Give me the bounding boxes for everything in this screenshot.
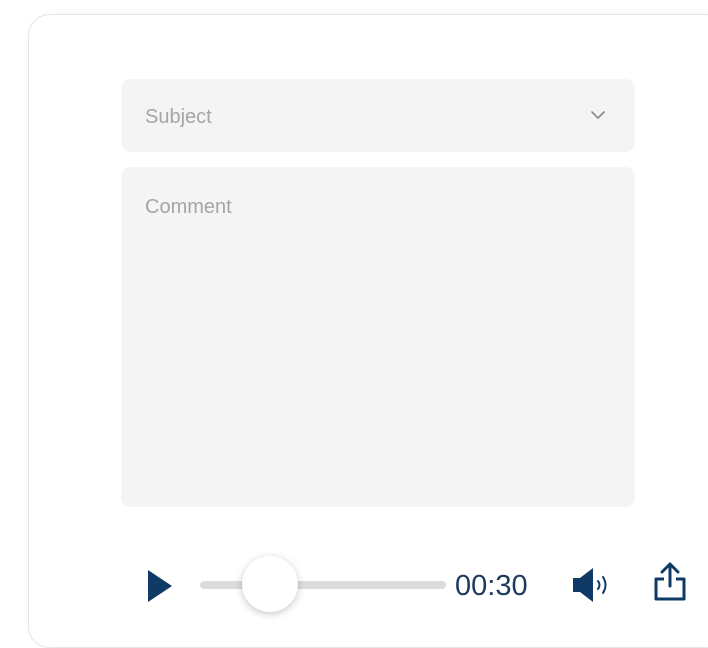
comment-placeholder: Comment bbox=[145, 196, 232, 218]
subject-select[interactable]: Subject bbox=[121, 79, 635, 152]
comment-textarea[interactable]: Comment bbox=[121, 167, 635, 507]
progress-track[interactable] bbox=[200, 581, 446, 589]
progress-thumb[interactable] bbox=[242, 556, 298, 612]
subject-placeholder: Subject bbox=[145, 106, 212, 128]
play-icon[interactable] bbox=[146, 568, 174, 604]
share-icon[interactable] bbox=[653, 562, 687, 602]
chevron-down-icon bbox=[591, 111, 605, 119]
time-display: 00:30 bbox=[455, 570, 528, 602]
volume-icon[interactable] bbox=[571, 566, 613, 604]
